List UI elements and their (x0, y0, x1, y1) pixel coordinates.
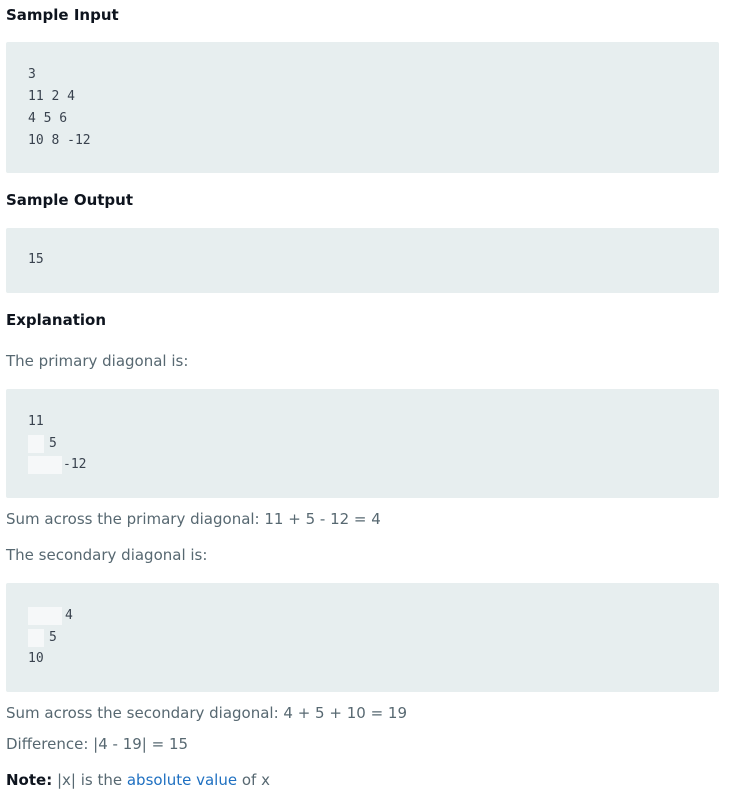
code-line: 5 (49, 436, 57, 451)
code-indent-highlight (28, 629, 44, 647)
code-line: 15 (28, 252, 44, 267)
sample-output-heading: Sample Output (6, 191, 134, 209)
note-text-pre: |x| is the (52, 771, 127, 789)
code-line: -12 (63, 457, 87, 472)
code-line: 3 (28, 67, 36, 82)
code-line: 5 (49, 630, 57, 645)
explanation-heading: Explanation (6, 311, 107, 329)
code-line: 4 5 6 (28, 111, 68, 126)
difference-text: Difference: |4 - 19| = 15 (6, 735, 189, 753)
code-indent-highlight (28, 456, 62, 474)
secondary-diagonal-code-block: 4 5 10 (6, 583, 719, 692)
note-label: Note: (6, 771, 53, 789)
secondary-diagonal-sum: Sum across the secondary diagonal: 4 + 5… (6, 704, 407, 722)
sample-output-code-block: 15 (6, 228, 719, 293)
note-paragraph: Note: |x| is the absolute value of x (6, 770, 270, 790)
code-indent-highlight (28, 607, 62, 625)
secondary-diagonal-intro: The secondary diagonal is: (6, 546, 208, 564)
sample-input-heading: Sample Input (6, 6, 119, 24)
code-line: 10 8 -12 (28, 133, 91, 148)
absolute-value-link[interactable]: absolute value (127, 771, 237, 789)
primary-diagonal-sum: Sum across the primary diagonal: 11 + 5 … (6, 510, 381, 528)
code-line: 11 2 4 (28, 89, 75, 104)
note-text-post: of x (237, 771, 270, 789)
code-line: 11 (28, 414, 44, 429)
code-line: 4 (65, 608, 73, 623)
primary-diagonal-code-block: 11 5 -12 (6, 389, 719, 498)
code-line: 10 (28, 651, 44, 666)
primary-diagonal-intro: The primary diagonal is: (6, 352, 189, 370)
code-indent-highlight (28, 435, 44, 453)
sample-input-code-block: 3 11 2 4 4 5 6 10 8 -12 (6, 42, 719, 173)
